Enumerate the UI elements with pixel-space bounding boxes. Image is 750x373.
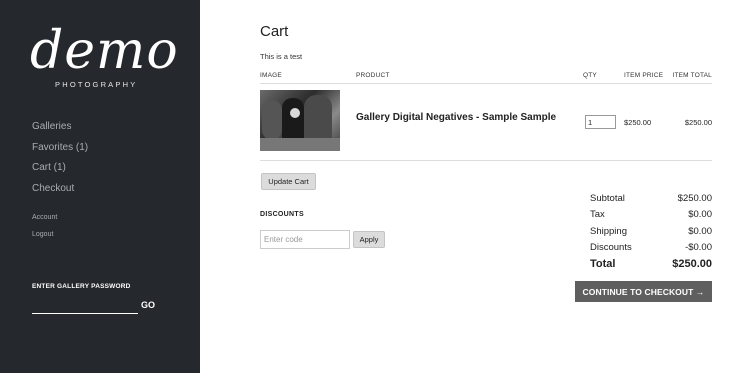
gallery-password-label: ENTER GALLERY PASSWORD — [32, 283, 131, 290]
main-nav: Galleries Favorites (1) Cart (1) Checkou… — [32, 120, 88, 202]
logo-subtitle: PHOTOGRAPHY — [55, 80, 138, 89]
gallery-password-input[interactable] — [32, 298, 138, 314]
summary-shipping-value: $0.00 — [688, 226, 712, 237]
page-title: Cart — [260, 23, 289, 40]
quantity-input[interactable] — [585, 115, 616, 129]
row-divider — [260, 160, 712, 161]
apply-discount-button[interactable]: Apply — [353, 231, 385, 248]
gallery-password-go-button[interactable]: GO — [141, 300, 155, 310]
col-header-item-total: ITEM TOTAL — [672, 72, 712, 79]
summary-tax-label: Tax — [590, 209, 605, 220]
col-header-item-price: ITEM PRICE — [624, 72, 664, 79]
col-header-qty: QTY — [583, 72, 597, 79]
summary-subtotal-value: $250.00 — [677, 193, 712, 204]
continue-to-checkout-button[interactable]: CONTINUE TO CHECKOUT → — [575, 281, 712, 302]
sidebar: demo PHOTOGRAPHY Galleries Favorites (1)… — [0, 0, 200, 373]
update-cart-button[interactable]: Update Cart — [261, 173, 316, 190]
discount-code-input[interactable] — [260, 230, 350, 249]
brand-logo[interactable]: demo PHOTOGRAPHY — [30, 24, 178, 90]
product-name: Gallery Digital Negatives - Sample Sampl… — [356, 112, 557, 123]
summary-total-label: Total — [590, 258, 616, 270]
col-header-product: PRODUCT — [356, 72, 390, 79]
item-price: $250.00 — [624, 118, 652, 127]
discounts-heading: DISCOUNTS — [260, 211, 304, 218]
nav-logout[interactable]: Logout — [32, 230, 57, 247]
account-nav: Account Logout — [32, 213, 57, 247]
nav-cart[interactable]: Cart (1) — [32, 161, 88, 182]
nav-account[interactable]: Account — [32, 213, 57, 230]
cart-note: This is a test — [260, 52, 303, 61]
nav-checkout[interactable]: Checkout — [32, 182, 88, 203]
summary-total-value: $250.00 — [672, 258, 712, 270]
item-total: $250.00 — [684, 118, 712, 127]
nav-favorites[interactable]: Favorites (1) — [32, 141, 88, 162]
col-header-image: IMAGE — [260, 72, 282, 79]
logo-script-text: demo — [30, 21, 179, 81]
summary-shipping-label: Shipping — [590, 226, 627, 237]
nav-galleries[interactable]: Galleries — [32, 120, 88, 141]
summary-subtotal-label: Subtotal — [590, 193, 625, 204]
summary-discounts-label: Discounts — [590, 242, 632, 253]
product-thumbnail[interactable] — [260, 90, 340, 151]
summary-tax-value: $0.00 — [688, 209, 712, 220]
header-divider — [260, 83, 712, 84]
summary-discounts-value: -$0.00 — [685, 242, 712, 253]
